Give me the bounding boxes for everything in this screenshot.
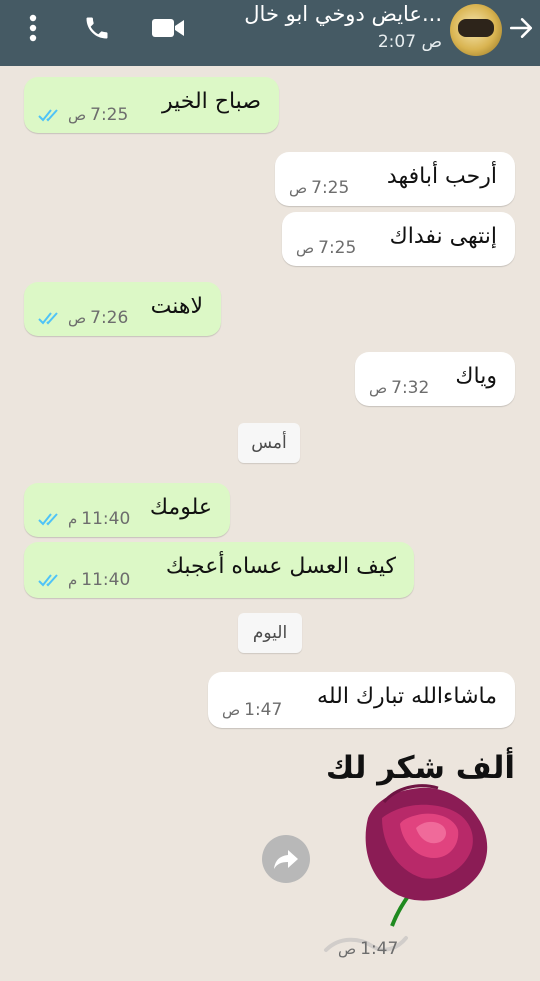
back-arrow-icon[interactable]	[504, 8, 538, 48]
message-text: لاهنت	[150, 294, 203, 319]
message-time: 1:47	[244, 700, 283, 720]
message-bubble[interactable]: كيف العسل عساه أعجبك م 11:40	[24, 542, 414, 598]
message-time: 1:47	[360, 939, 399, 959]
message-time: 7:25	[318, 238, 357, 258]
message-bubble[interactable]: ماشاءالله تبارك الله ص 1:47	[208, 672, 515, 728]
message-text: صباح الخير	[161, 89, 261, 114]
double-check-icon	[38, 109, 58, 122]
double-check-icon	[38, 574, 58, 587]
message-bubble[interactable]: صباح الخير ص 7:25	[24, 77, 279, 133]
message-ampm: ص	[68, 309, 87, 327]
message-ampm: م	[68, 571, 78, 589]
video-call-icon[interactable]	[148, 8, 188, 48]
contact-name[interactable]: عايض دوخي ابو خال...	[192, 0, 442, 30]
message-time: 11:40	[81, 570, 131, 590]
message-ampm: ص	[296, 239, 315, 257]
message-meta: ص 7:32	[369, 378, 429, 398]
kebab-menu-icon[interactable]	[18, 8, 48, 48]
message-ampm: ص	[68, 106, 87, 124]
date-divider: اليوم	[238, 613, 302, 653]
message-time: 7:32	[391, 378, 430, 398]
message-text: كيف العسل عساه أعجبك	[165, 554, 396, 579]
message-bubble[interactable]: علومك م 11:40	[24, 483, 230, 537]
sticker-meta: ص 1:47	[338, 939, 398, 959]
message-ampm: م	[68, 510, 78, 528]
rose-sticker[interactable]	[340, 778, 500, 934]
message-ampm: ص	[369, 379, 388, 397]
phone-icon[interactable]	[77, 8, 117, 48]
message-ampm: ص	[289, 179, 308, 197]
double-check-icon	[38, 312, 58, 325]
message-bubble[interactable]: وياك ص 7:32	[355, 352, 515, 406]
date-divider: أمس	[238, 423, 300, 463]
last-seen: 2:07 ص	[377, 32, 442, 52]
message-bubble[interactable]: لاهنت ص 7:26	[24, 282, 221, 336]
forward-icon[interactable]	[262, 835, 310, 883]
message-meta: م 11:40	[38, 570, 130, 590]
message-meta: ص 7:25	[38, 105, 128, 125]
message-time: 11:40	[81, 509, 131, 529]
avatar[interactable]	[450, 4, 502, 56]
chat-area[interactable]: صباح الخير ص 7:25 أرحب أبافهد ص 7:25 إنت…	[0, 66, 540, 981]
message-bubble[interactable]: إنتهى نفداك ص 7:25	[282, 212, 515, 266]
message-ampm: ص	[338, 940, 357, 958]
message-meta: ص 7:25	[289, 178, 349, 198]
message-text: علومك	[149, 495, 212, 520]
message-time: 7:26	[90, 308, 129, 328]
message-meta: ص 7:25	[296, 238, 356, 258]
message-meta: ص 7:26	[38, 308, 128, 328]
message-ampm: ص	[222, 701, 241, 719]
message-text: ماشاءالله تبارك الله	[317, 684, 497, 709]
chat-header: عايض دوخي ابو خال... 2:07 ص	[0, 0, 540, 66]
message-time: 7:25	[311, 178, 350, 198]
message-text: وياك	[455, 364, 497, 389]
message-meta: م 11:40	[38, 509, 130, 529]
message-time: 7:25	[90, 105, 129, 125]
message-bubble[interactable]: أرحب أبافهد ص 7:25	[275, 152, 515, 206]
message-text: أرحب أبافهد	[386, 164, 497, 189]
message-text: إنتهى نفداك	[389, 224, 497, 249]
message-meta: ص 1:47	[222, 700, 282, 720]
double-check-icon	[38, 513, 58, 526]
